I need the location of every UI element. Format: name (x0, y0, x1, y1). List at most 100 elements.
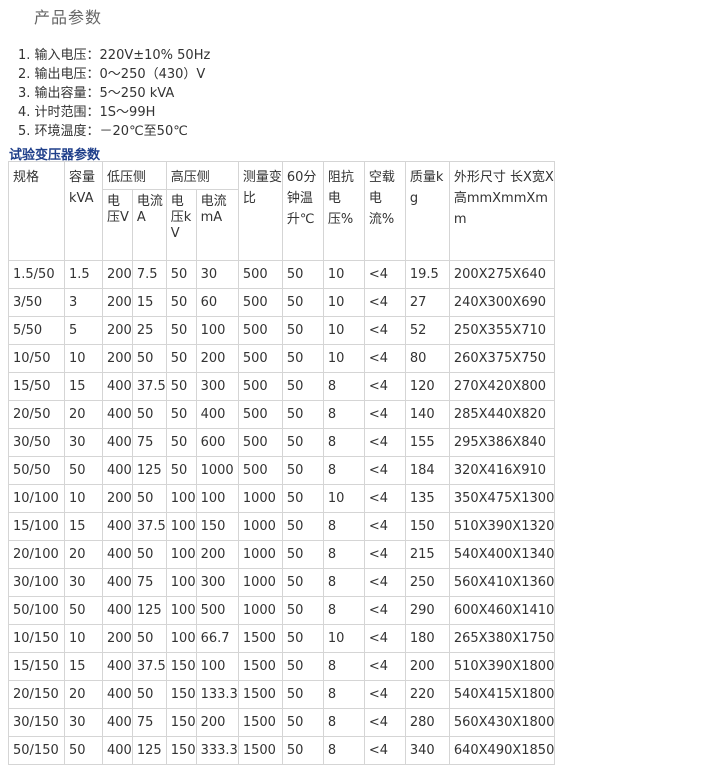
cell-impedance: 10 (322, 260, 365, 289)
cell-mass: 27 (404, 288, 450, 317)
cell-low-voltage: 200 (102, 260, 133, 289)
cell-dimensions: 250X355X710 (448, 316, 556, 345)
cell-low-voltage: 400 (102, 736, 133, 765)
cell-low-current: 125 (131, 736, 167, 765)
cell-low-voltage: 400 (102, 540, 133, 569)
cell-no-load-current: <4 (363, 680, 406, 709)
cell-high-voltage: 50 (165, 400, 197, 429)
header-low-voltage: 电压V (102, 189, 133, 261)
cell-ratio: 500 (237, 288, 283, 317)
table-row: 3/50 3 200 15 50 60 500 50 10 <4 27 240X300X690 (8, 288, 556, 317)
cell-low-current: 37.5 (131, 652, 167, 681)
cell-high-current: 150 (195, 512, 239, 541)
cell-low-current: 37.5 (131, 512, 167, 541)
parameter-table: 规格 容量kVA 低压侧 高压侧 测量变比 60分钟温升℃ 阻抗电压% 空载电流… (8, 161, 556, 765)
spec-item-timing-range: 4. 计时范围：1S～99H (18, 105, 156, 120)
cell-high-voltage: 100 (165, 568, 197, 597)
cell-high-current: 300 (195, 568, 239, 597)
cell-low-voltage: 400 (102, 428, 133, 457)
cell-no-load-current: <4 (363, 624, 406, 653)
cell-no-load-current: <4 (363, 456, 406, 485)
cell-low-current: 75 (131, 428, 167, 457)
table-header-row: 规格 容量kVA 低压侧 高压侧 测量变比 60分钟温升℃ 阻抗电压% 空载电流… (8, 161, 556, 261)
cell-mass: 155 (404, 428, 450, 457)
cell-mass: 52 (404, 316, 450, 345)
cell-ratio: 500 (237, 316, 283, 345)
cell-dimensions: 540X415X1800 (448, 680, 556, 709)
cell-impedance: 10 (322, 288, 365, 317)
cell-capacity: 10 (64, 624, 103, 653)
cell-ratio: 500 (237, 428, 283, 457)
cell-mass: 120 (404, 372, 450, 401)
cell-spec: 50/100 (8, 596, 65, 625)
cell-capacity: 30 (64, 568, 103, 597)
cell-low-current: 25 (131, 316, 167, 345)
cell-temp-rise: 50 (281, 680, 324, 709)
cell-low-voltage: 400 (102, 652, 133, 681)
cell-low-voltage: 200 (102, 484, 133, 513)
cell-dimensions: 640X490X1850 (448, 736, 556, 765)
cell-low-current: 125 (131, 596, 167, 625)
cell-high-current: 300 (195, 372, 239, 401)
table-row: 5/50 5 200 25 50 100 500 50 10 <4 52 250X355X710 (8, 316, 556, 345)
cell-low-current: 50 (131, 680, 167, 709)
cell-spec: 15/150 (8, 652, 65, 681)
cell-no-load-current: <4 (363, 568, 406, 597)
header-capacity: 容量kVA (64, 161, 103, 261)
cell-high-voltage: 150 (165, 708, 197, 737)
header-high-current: 电流mA (195, 189, 239, 261)
cell-high-current: 600 (195, 428, 239, 457)
header-low-current: 电流A (131, 189, 167, 261)
cell-mass: 340 (404, 736, 450, 765)
table-row: 30/50 30 400 75 50 600 500 50 8 <4 155 295X386X840 (8, 428, 556, 457)
cell-no-load-current: <4 (363, 708, 406, 737)
cell-high-current: 1000 (195, 456, 239, 485)
cell-impedance: 8 (322, 428, 365, 457)
cell-ratio: 500 (237, 400, 283, 429)
cell-no-load-current: <4 (363, 736, 406, 765)
cell-dimensions: 540X400X1340 (448, 540, 556, 569)
cell-capacity: 20 (64, 400, 103, 429)
cell-temp-rise: 50 (281, 624, 324, 653)
spec-item-output-capacity: 3. 输出容量：5～250 kVA (18, 86, 175, 101)
cell-low-current: 7.5 (131, 260, 167, 289)
cell-spec: 15/100 (8, 512, 65, 541)
table-row: 15/100 15 400 37.5 100 150 1000 50 8 <4 150 510X390… (8, 512, 556, 541)
cell-high-current: 100 (195, 652, 239, 681)
cell-impedance: 8 (322, 652, 365, 681)
page-title: 产品参数 (34, 8, 103, 27)
cell-high-voltage: 100 (165, 624, 197, 653)
cell-no-load-current: <4 (363, 512, 406, 541)
header-impedance: 阻抗电压% (322, 161, 365, 261)
cell-mass: 19.5 (404, 260, 450, 289)
cell-temp-rise: 50 (281, 568, 324, 597)
cell-high-current: 66.7 (195, 624, 239, 653)
cell-temp-rise: 50 (281, 456, 324, 485)
cell-high-voltage: 50 (165, 344, 197, 373)
cell-no-load-current: <4 (363, 372, 406, 401)
cell-dimensions: 350X475X1300 (448, 484, 556, 513)
cell-dimensions: 270X420X800 (448, 372, 556, 401)
cell-low-voltage: 200 (102, 316, 133, 345)
table-row: 10/50 10 200 50 50 200 500 50 10 <4 80 260X375X750 (8, 344, 556, 373)
cell-high-voltage: 50 (165, 316, 197, 345)
cell-high-voltage: 100 (165, 540, 197, 569)
cell-ratio: 1000 (237, 512, 283, 541)
cell-high-current: 400 (195, 400, 239, 429)
header-dimensions: 外形尺寸 长X宽X高mmXmmXmm (448, 161, 556, 261)
cell-temp-rise: 50 (281, 484, 324, 513)
spec-item-input-voltage: 1. 输入电压：220V±10% 50Hz (18, 48, 211, 63)
cell-dimensions: 285X440X820 (448, 400, 556, 429)
cell-low-voltage: 200 (102, 288, 133, 317)
table-row: 20/100 20 400 50 100 200 1000 50 8 <4 215 540X400X1… (8, 540, 556, 569)
cell-dimensions: 600X460X1410 (448, 596, 556, 625)
cell-temp-rise: 50 (281, 344, 324, 373)
cell-low-voltage: 400 (102, 596, 133, 625)
cell-spec: 3/50 (8, 288, 65, 317)
cell-low-current: 15 (131, 288, 167, 317)
cell-impedance: 10 (322, 484, 365, 513)
cell-temp-rise: 50 (281, 652, 324, 681)
table-row: 30/100 30 400 75 100 300 1000 50 8 <4 250 560X410X1… (8, 568, 556, 597)
cell-impedance: 8 (322, 540, 365, 569)
cell-ratio: 500 (237, 456, 283, 485)
